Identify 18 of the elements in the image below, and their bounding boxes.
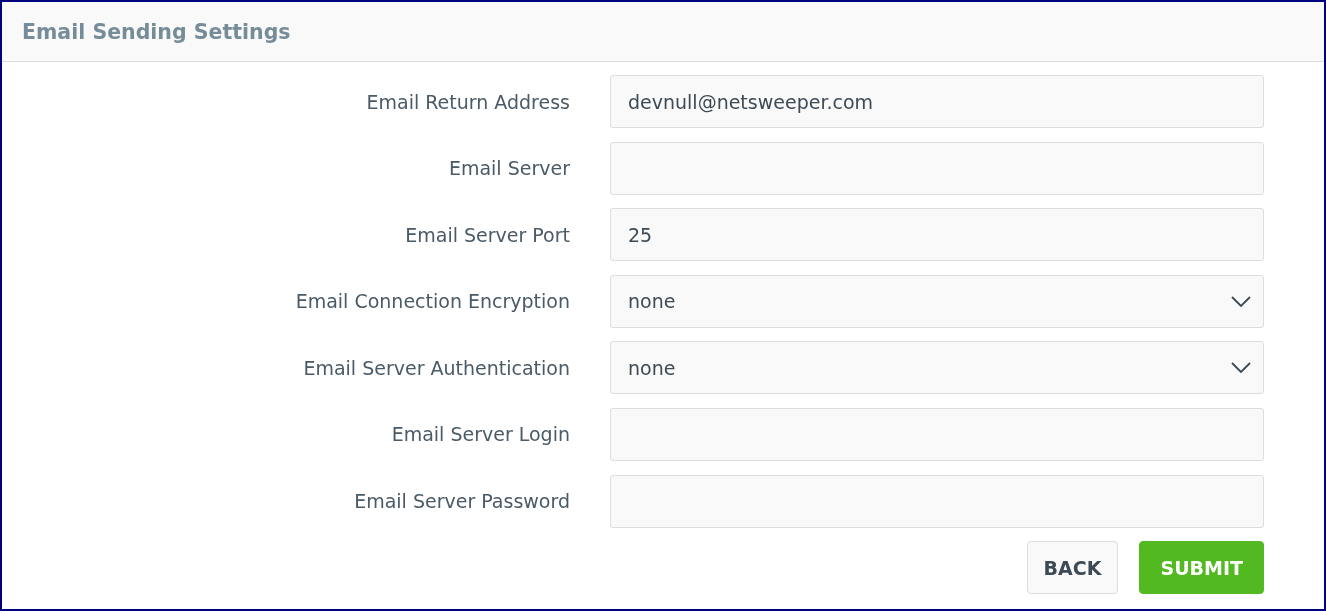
field-label: Email Server Login (391, 423, 570, 446)
chevron-down-icon (1231, 362, 1251, 374)
panel-title: Email Sending Settings (22, 19, 291, 44)
field-label: Email Connection Encryption (295, 290, 570, 313)
field-label: Email Server Password (354, 490, 570, 513)
input-field[interactable]: 25 (610, 208, 1264, 262)
field-label: Email Server (448, 157, 570, 180)
back-button[interactable]: BACK (1026, 541, 1119, 595)
input-field[interactable] (610, 141, 1264, 195)
field-label: Email Server Authentication (303, 356, 570, 379)
select-field[interactable]: none (610, 274, 1264, 328)
input-field[interactable] (610, 407, 1264, 461)
chevron-down-icon (1231, 295, 1251, 307)
field-label: Email Server Port (405, 223, 570, 246)
select-field[interactable]: none (610, 341, 1264, 395)
password-field[interactable] (610, 474, 1264, 528)
input-field[interactable]: devnull@netsweeper.com (610, 75, 1264, 128)
field-label: Email Return Address (366, 90, 570, 113)
